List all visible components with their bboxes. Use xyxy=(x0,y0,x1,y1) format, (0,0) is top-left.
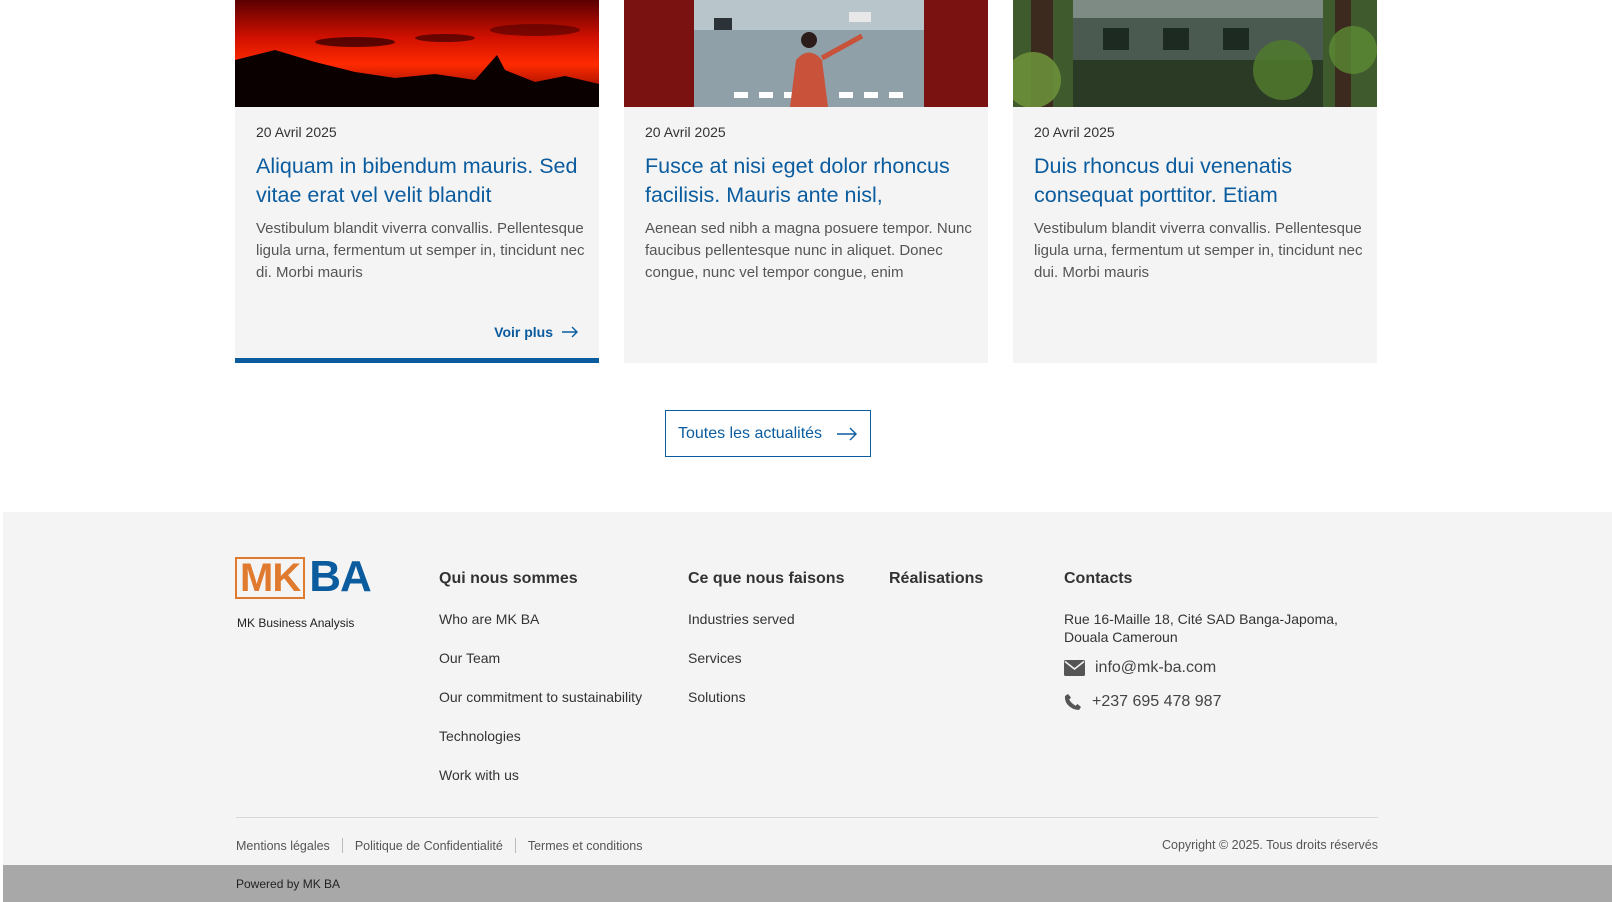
powered-by-text: Powered by MK BA xyxy=(236,877,341,891)
footer-column-realisations: Réalisations xyxy=(889,570,983,610)
footer-column-contacts: Contacts Rue 16-Maille 18, Cité SAD Bang… xyxy=(1064,570,1354,714)
footer-link-work-with-us[interactable]: Work with us xyxy=(439,766,642,805)
phone-icon xyxy=(1064,694,1081,710)
news-card-title[interactable]: Aliquam in bibendum mauris. Sed vitae er… xyxy=(256,152,586,210)
footer-divider xyxy=(236,817,1378,818)
footer-link-services[interactable]: Services xyxy=(688,649,844,688)
read-more-link[interactable]: Voir plus xyxy=(494,324,579,340)
contact-email-text: info@mk-ba.com xyxy=(1095,659,1217,676)
copyright: Copyright © 2025. Tous droits réservés xyxy=(1161,838,1378,852)
footer-column-heading[interactable]: Réalisations xyxy=(889,570,983,588)
legal-links: Mentions légales Politique de Confidenti… xyxy=(236,838,642,853)
contact-phone[interactable]: +237 695 478 987 xyxy=(1064,690,1354,714)
contact-email[interactable]: info@mk-ba.com xyxy=(1064,656,1354,680)
footer-column-heading: Contacts xyxy=(1064,570,1133,587)
footer-link-sustainability[interactable]: Our commitment to sustainability xyxy=(439,688,642,727)
logo-ba: BA xyxy=(309,552,372,601)
news-card-title[interactable]: Fusce at nisi eget dolor rhoncus facilis… xyxy=(645,152,975,210)
footer-link-solutions[interactable]: Solutions xyxy=(688,688,844,727)
logo-tagline: MK Business Analysis xyxy=(237,616,355,630)
footer-link-technologies[interactable]: Technologies xyxy=(439,727,642,766)
arrow-right-icon xyxy=(837,427,858,440)
footer-link-our-team[interactable]: Our Team xyxy=(439,649,642,688)
news-card-date: 20 Avril 2025 xyxy=(645,124,726,140)
privacy-policy-link[interactable]: Politique de Confidentialité xyxy=(355,839,503,853)
footer-link-industries[interactable]: Industries served xyxy=(688,610,844,649)
site-footer: MK BA MK Business Analysis Qui nous somme… xyxy=(3,512,1612,902)
all-news-button[interactable]: Toutes les actualités xyxy=(665,410,871,457)
footer-column-about: Qui nous sommes Who are MK BA Our Team O… xyxy=(439,570,642,805)
legal-separator xyxy=(514,838,516,853)
footer-link-who-are-mk-ba[interactable]: Who are MK BA xyxy=(439,610,642,649)
terms-link[interactable]: Termes et conditions xyxy=(528,839,643,853)
news-card-date: 20 Avril 2025 xyxy=(256,124,337,140)
logo-mk: MK xyxy=(235,557,306,599)
logo[interactable]: MK BA MK Business Analysis xyxy=(235,552,372,630)
read-more-label: Voir plus xyxy=(494,324,553,340)
footer-column-heading: Qui nous sommes xyxy=(439,570,578,587)
news-cards: 20 Avril 2025 Aliquam in bibendum mauris… xyxy=(235,0,1377,363)
envelope-icon xyxy=(1064,660,1085,676)
news-card[interactable]: 20 Avril 2025 Aliquam in bibendum mauris… xyxy=(235,0,599,363)
legal-notice-link[interactable]: Mentions légales xyxy=(236,839,330,853)
news-card-excerpt: Vestibulum blandit viverra convallis. Pe… xyxy=(1034,220,1363,281)
powered-by-bar: Powered by MK BA xyxy=(3,865,1612,902)
news-card-image-street[interactable] xyxy=(624,0,988,107)
news-card-excerpt: Aenean sed nibh a magna posuere tempor. … xyxy=(645,220,972,281)
all-news-label: Toutes les actualités xyxy=(677,424,823,442)
news-card[interactable]: 20 Avril 2025 Fusce at nisi eget dolor r… xyxy=(624,0,988,363)
news-card-image-sunset[interactable] xyxy=(235,0,599,107)
news-card[interactable]: 20 Avril 2025 Duis rhoncus dui venenatis… xyxy=(1013,0,1377,363)
arrow-right-icon xyxy=(562,326,578,338)
footer-column-what-we-do: Ce que nous faisons Industries served Se… xyxy=(688,570,844,727)
news-card-title[interactable]: Duis rhoncus dui venenatis consequat por… xyxy=(1034,152,1364,210)
news-card-image-house[interactable] xyxy=(1013,0,1377,107)
news-card-excerpt: Vestibulum blandit viverra convallis. Pe… xyxy=(256,220,585,281)
contact-phone-text: +237 695 478 987 xyxy=(1092,693,1222,710)
news-card-date: 20 Avril 2025 xyxy=(1034,124,1115,140)
legal-separator xyxy=(341,838,343,853)
contact-address: Rue 16-Maille 18, Cité SAD Banga-Japoma,… xyxy=(1064,611,1338,645)
footer-column-heading: Ce que nous faisons xyxy=(688,570,845,587)
